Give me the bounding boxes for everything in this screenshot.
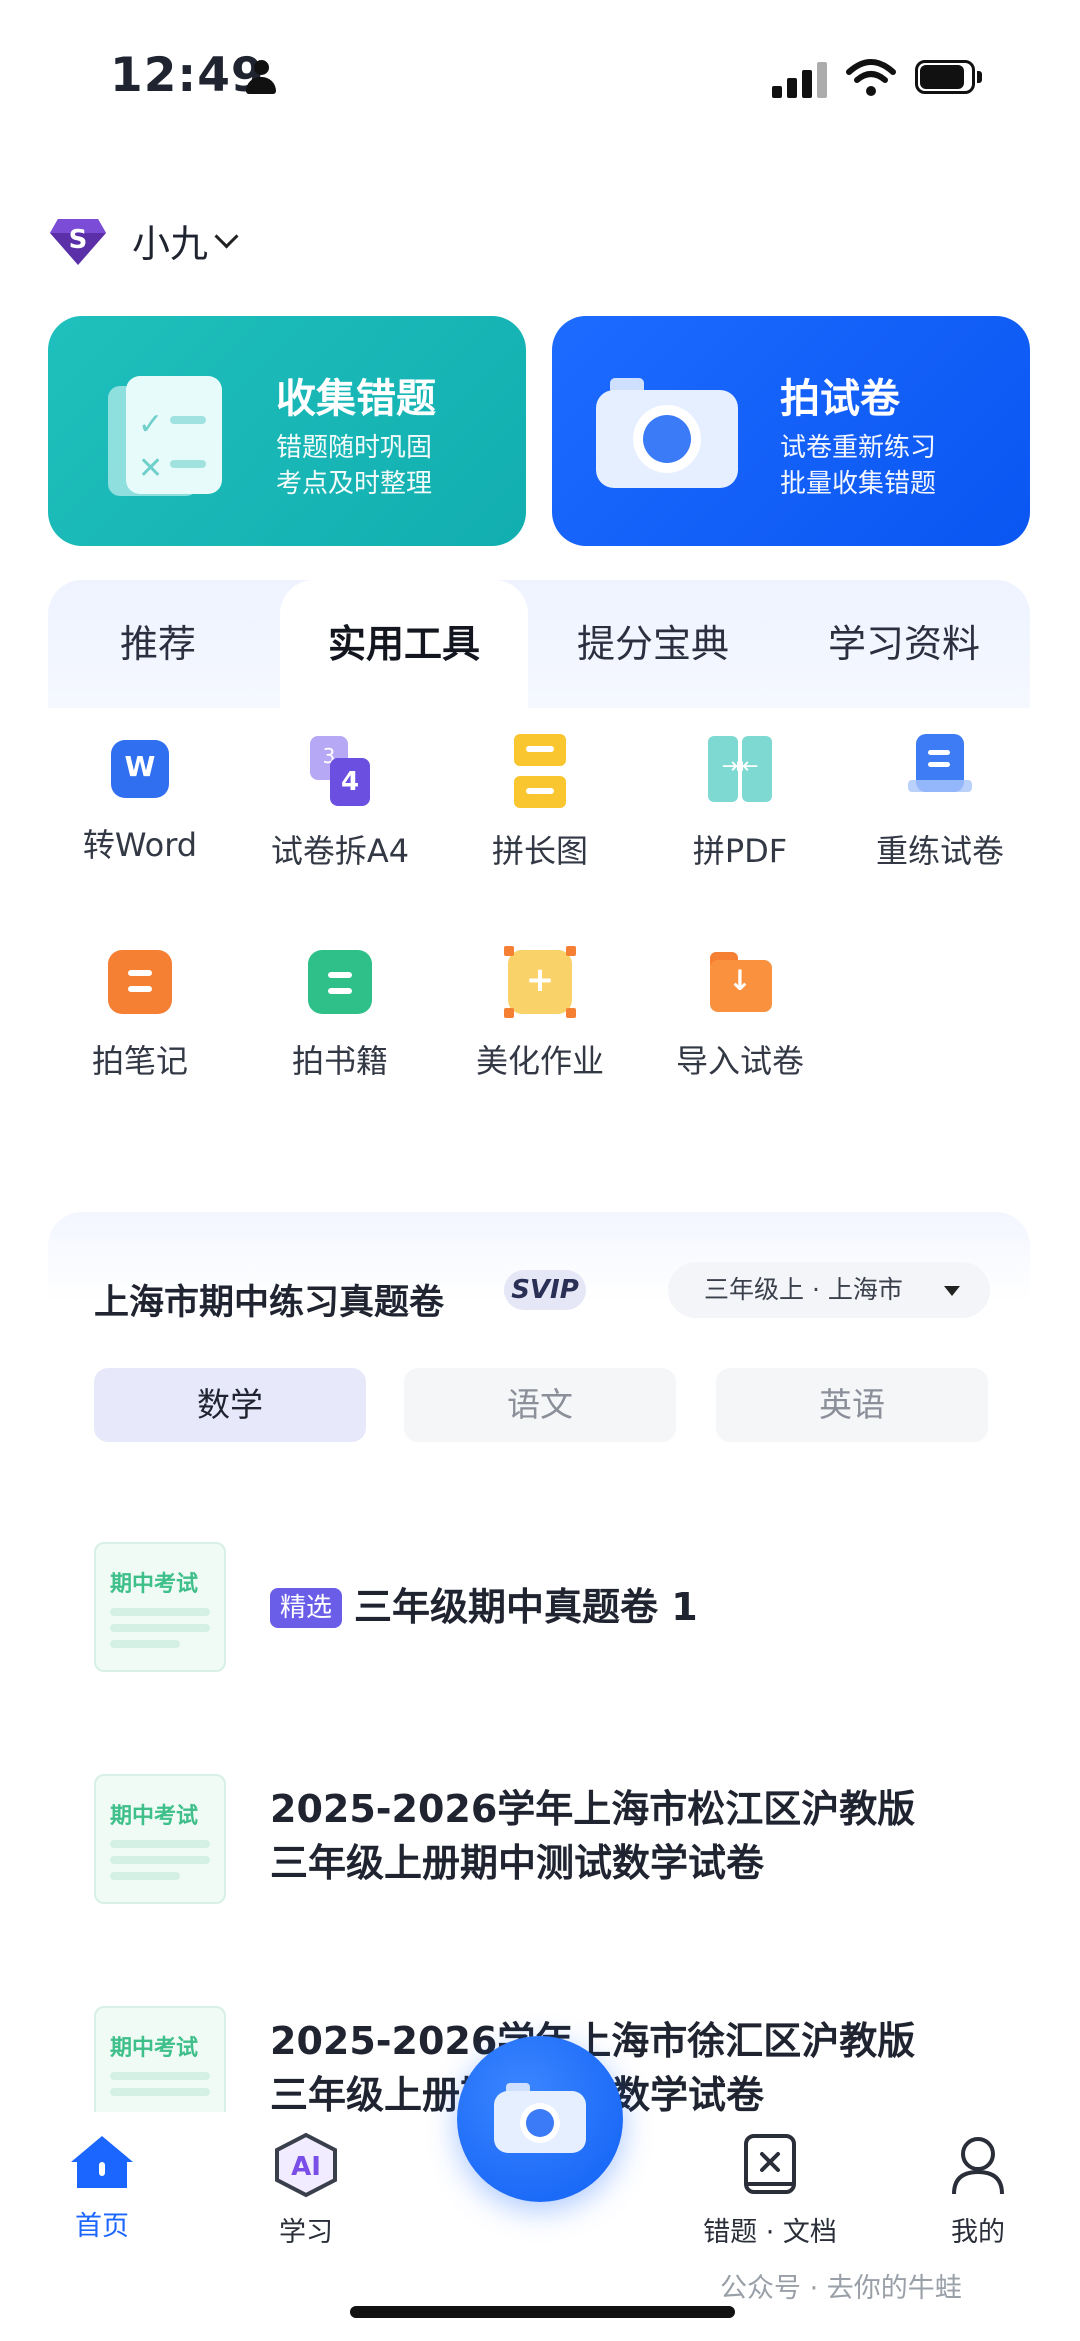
- tool-label: 重练试卷: [875, 832, 1004, 870]
- exam-section: 上海市期中练习真题卷 SVIP 三年级上 · 上海市 数学 语文 英语 期中考试…: [48, 1212, 1030, 2136]
- folder-download-icon: ↓: [708, 950, 772, 1014]
- wifi-icon: [846, 59, 896, 96]
- collect-mistakes-card[interactable]: ✓ ✕ 收集错题 错题随时巩固 考点及时整理: [48, 316, 526, 546]
- svg-text:S: S: [69, 225, 88, 255]
- region-label: 三年级上 · 上海市: [704, 1275, 903, 1304]
- tool-long-image[interactable]: 拼长图: [440, 734, 640, 872]
- tool-label: 转Word: [82, 826, 198, 864]
- card-subtitle-line: 试卷重新练习: [780, 433, 937, 463]
- ai-hexagon-icon: AI: [275, 2132, 337, 2198]
- account-switcher[interactable]: S 小九: [50, 210, 239, 270]
- status-time: 12:49: [110, 48, 265, 103]
- exam-title-text: 三年级期中真题卷 1: [354, 1585, 698, 1629]
- redo-paper-icon: [908, 734, 972, 804]
- svg-text:✕: ✕: [138, 451, 163, 486]
- tool-redo-paper[interactable]: 重练试卷: [840, 734, 1040, 872]
- tool-label: 试卷拆A4: [270, 832, 410, 870]
- exam-thumbnail: 期中考试: [94, 1774, 226, 1904]
- tool-label: 拼PDF: [692, 832, 788, 870]
- thumbnail-label: 期中考试: [110, 1804, 199, 1829]
- card-subtitle: 试卷重新练习 批量收集错题: [780, 430, 936, 502]
- card-subtitle-line: 考点及时整理: [276, 469, 433, 499]
- status-bar: 12:49: [0, 0, 1080, 150]
- home-indicator: [350, 2306, 735, 2318]
- card-title: 收集错题: [276, 376, 436, 422]
- nav-label: 我的: [951, 2217, 1005, 2248]
- exam-title: 精选 三年级期中真题卷 1: [270, 1580, 698, 1634]
- tool-scan-books[interactable]: 拍书籍: [240, 950, 440, 1082]
- scan-paper-card[interactable]: 拍试卷 试卷重新练习 批量收集错题: [552, 316, 1030, 546]
- exam-title-line: 2025-2026学年上海市松江区沪教版: [270, 1787, 916, 1831]
- section-title: 上海市期中练习真题卷: [94, 1283, 445, 1323]
- tool-split-a4[interactable]: 3 4 试卷拆A4: [240, 736, 440, 872]
- category-tabs: 推荐 实用工具 提分宝典 学习资料: [48, 580, 1030, 708]
- profile-icon: [952, 2137, 1004, 2195]
- cellular-signal-icon: [772, 62, 828, 98]
- svip-badge: SVIP: [504, 1270, 586, 1310]
- thumbnail-label: 期中考试: [110, 2036, 199, 2061]
- tool-label: 导入试卷: [675, 1042, 804, 1080]
- home-icon: [71, 2136, 133, 2188]
- mistake-book-icon: [744, 2134, 796, 2194]
- card-subtitle-line: 批量收集错题: [780, 469, 937, 499]
- card-subtitle-line: 错题随时巩固: [276, 433, 433, 463]
- nav-study[interactable]: AI 学习: [236, 2132, 376, 2249]
- tab-study-materials[interactable]: 学习资料: [778, 580, 1030, 708]
- tool-label: 美化作业: [475, 1042, 604, 1080]
- book-icon: [308, 950, 372, 1014]
- tools-panel: 推荐 实用工具 提分宝典 学习资料 W 转Word 3 4 试卷拆A4 拼长图 …: [48, 580, 1030, 1170]
- tab-score-guide[interactable]: 提分宝典: [528, 580, 778, 708]
- nav-label: 错题 · 文档: [703, 2217, 837, 2248]
- exam-thumbnail: 期中考试: [94, 1542, 226, 1672]
- tool-to-word[interactable]: W 转Word: [40, 740, 240, 866]
- exam-title: 2025-2026学年上海市松江区沪教版 三年级上册期中测试数学试卷: [270, 1782, 915, 1890]
- tab-recommend[interactable]: 推荐: [48, 580, 268, 708]
- subject-tab-english[interactable]: 英语: [716, 1368, 988, 1442]
- beautify-icon: +: [504, 946, 576, 1018]
- tool-merge-pdf[interactable]: ⇥⇤ 拼PDF: [640, 736, 840, 872]
- subject-tab-chinese[interactable]: 语文: [404, 1368, 676, 1442]
- card-title: 拍试卷: [780, 376, 900, 422]
- tool-label: 拍笔记: [91, 1042, 188, 1080]
- exam-list-item[interactable]: 期中考试 2025-2026学年上海市松江区沪教版 三年级上册期中测试数学试卷: [94, 1774, 994, 1904]
- svip-gem-icon: S: [50, 219, 106, 265]
- tool-label: 拍书籍: [291, 1042, 388, 1080]
- camera-fab-button[interactable]: [457, 2036, 623, 2202]
- svg-text:AI: AI: [291, 2152, 321, 2182]
- document-check-icon: ✓ ✕: [108, 376, 222, 496]
- user-name: 小九: [132, 221, 209, 266]
- battery-icon: [915, 60, 983, 96]
- caret-down-icon: [944, 1286, 960, 1296]
- exam-list-item[interactable]: 期中考试 精选 三年级期中真题卷 1: [94, 1542, 994, 1672]
- person-icon: [246, 60, 276, 96]
- nav-home[interactable]: 首页: [32, 2132, 172, 2243]
- tool-import-paper[interactable]: ↓ 导入试卷: [640, 950, 840, 1082]
- long-image-icon: [508, 734, 572, 808]
- exam-title-line: 三年级上册期中测试数学试卷: [270, 1841, 765, 1885]
- subject-tab-math[interactable]: 数学: [94, 1368, 366, 1442]
- region-selector[interactable]: 三年级上 · 上海市: [668, 1262, 990, 1318]
- tool-beautify-homework[interactable]: + 美化作业: [440, 946, 640, 1082]
- chevron-down-icon: [214, 223, 239, 249]
- nav-label: 学习: [279, 2217, 333, 2248]
- thumbnail-label: 期中考试: [110, 1572, 199, 1597]
- featured-tag: 精选: [270, 1588, 343, 1628]
- watermark-text: 公众号 · 去你的牛蛙: [720, 2273, 962, 2304]
- notebook-icon: [108, 950, 172, 1014]
- svg-text:✓: ✓: [138, 407, 163, 442]
- camera-icon: [596, 378, 738, 488]
- word-icon: W: [111, 740, 169, 798]
- merge-pdf-icon: ⇥⇤: [708, 736, 772, 804]
- nav-label: 首页: [75, 2211, 129, 2242]
- nav-mistakes-docs[interactable]: 错题 · 文档: [700, 2132, 840, 2249]
- camera-icon: [494, 2083, 586, 2153]
- card-subtitle: 错题随时巩固 考点及时整理: [276, 430, 432, 502]
- nav-profile[interactable]: 我的: [908, 2132, 1048, 2249]
- tab-tools[interactable]: 实用工具: [280, 580, 528, 708]
- split-a4-icon: 3 4: [308, 736, 372, 806]
- tool-scan-notes[interactable]: 拍笔记: [40, 950, 240, 1082]
- tool-label: 拼长图: [491, 832, 588, 870]
